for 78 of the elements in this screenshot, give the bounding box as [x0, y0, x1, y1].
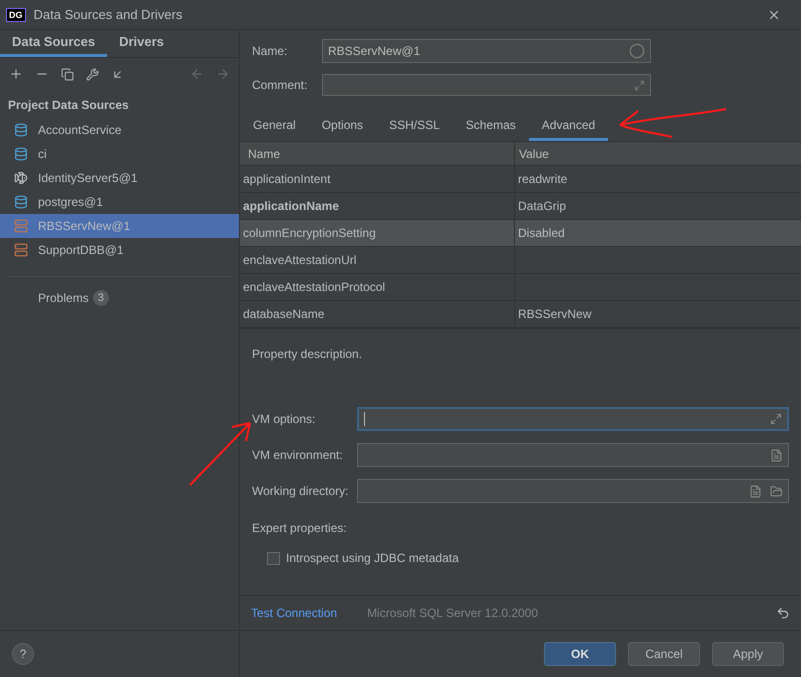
table-cell-text: Disabled — [518, 225, 565, 242]
text-cursor — [364, 412, 365, 426]
dialog-button[interactable]: Cancel — [628, 642, 700, 666]
problems-link[interactable]: Problems — [38, 289, 89, 307]
settings-tab[interactable]: Options — [308, 112, 376, 141]
server-icon — [14, 243, 28, 257]
data-source-label: SupportDBB@1 — [38, 242, 124, 259]
column-header[interactable]: Value — [515, 142, 801, 165]
comment-field[interactable] — [322, 74, 651, 96]
data-source-label: postgres@1 — [38, 194, 103, 211]
field-label: VM environment: — [252, 447, 344, 464]
table-row[interactable]: databaseName RBSServNew — [240, 301, 801, 328]
help-button[interactable]: ? — [12, 643, 34, 665]
window-title: Data Sources and Drivers — [34, 6, 182, 24]
database-icon — [14, 123, 28, 137]
table-row[interactable]: applicationIntent readwrite — [240, 166, 801, 193]
expand-icon[interactable] — [634, 80, 645, 90]
table-cell: applicationIntent — [240, 166, 515, 192]
dialog-button[interactable]: OK — [544, 642, 616, 666]
table-cell: databaseName — [240, 301, 515, 327]
table-cell: columnEncryptionSetting — [240, 220, 515, 246]
server-icon — [14, 219, 28, 233]
app-logo: DG — [6, 8, 26, 22]
problems-count: 3 — [92, 290, 109, 306]
table-row[interactable]: enclaveAttestationUrl — [240, 247, 801, 274]
data-source-item[interactable]: AccountService — [0, 118, 239, 142]
color-circle-icon[interactable] — [629, 43, 645, 59]
section-title: Project Data Sources — [7, 97, 130, 114]
document-icon[interactable] — [749, 484, 762, 498]
column-header[interactable]: Name — [240, 142, 515, 165]
table-cell-text: readwrite — [518, 171, 568, 188]
test-connection-link[interactable]: Test Connection — [251, 604, 338, 622]
table-cell-text: RBSServNew — [518, 306, 592, 323]
data-source-label: AccountService — [38, 122, 122, 139]
sidebar-tab[interactable]: Drivers — [107, 30, 176, 57]
comment-label: Comment: — [252, 77, 308, 94]
settings-tab[interactable]: General — [240, 112, 309, 141]
table-cell: applicationName — [240, 193, 515, 219]
data-source-label: IdentityServer5@1 — [38, 170, 138, 187]
checkbox[interactable] — [267, 552, 280, 564]
expand-icon[interactable] — [770, 413, 782, 425]
expert-title: Expert properties: — [251, 520, 348, 537]
wrench-icon[interactable] — [86, 68, 99, 80]
field-label: VM options: — [252, 411, 316, 428]
folder-icon[interactable] — [770, 484, 783, 498]
data-source-item[interactable]: postgres@1 — [0, 190, 239, 214]
table-row[interactable]: applicationName DataGrip — [240, 193, 801, 220]
checkbox-label: Introspect using JDBC metadata — [286, 550, 459, 567]
add-icon[interactable] — [9, 67, 23, 81]
table-cell-text: DataGrip — [518, 198, 566, 215]
undo-icon[interactable] — [776, 606, 790, 620]
data-source-item[interactable]: IdentityServer5@1 — [0, 166, 239, 190]
field-label: Working directory: — [252, 483, 350, 500]
fish-icon — [14, 171, 28, 185]
text-field[interactable] — [357, 479, 789, 503]
driver-version: Microsoft SQL Server 12.0.2000 — [367, 605, 538, 622]
text-field[interactable] — [357, 443, 789, 467]
forward-icon[interactable] — [216, 67, 230, 81]
data-source-label: RBSServNew@1 — [38, 218, 130, 235]
table-row[interactable]: columnEncryptionSetting Disabled — [240, 220, 801, 247]
table-row[interactable]: enclaveAttestationProtocol — [240, 274, 801, 301]
database-icon — [14, 147, 28, 161]
table-cell: enclaveAttestationUrl — [240, 247, 515, 273]
back-icon[interactable] — [190, 67, 204, 81]
database-icon — [14, 195, 28, 209]
property-description: Property description. — [252, 347, 362, 361]
table-cell: enclaveAttestationProtocol — [240, 274, 515, 300]
document-icon[interactable] — [770, 448, 783, 462]
copy-icon[interactable] — [61, 68, 74, 80]
text-field[interactable] — [357, 407, 789, 431]
data-source-label: ci — [38, 146, 47, 163]
name-field[interactable]: RBSServNew@1 — [322, 39, 651, 63]
name-label: Name: — [252, 43, 288, 60]
data-source-item[interactable]: ci — [0, 142, 239, 166]
dialog-button[interactable]: Apply — [712, 642, 784, 666]
settings-tab[interactable]: Schemas — [452, 112, 529, 141]
data-source-item[interactable]: SupportDBB@1 — [0, 238, 239, 262]
settings-tab[interactable]: SSH/SSL — [376, 112, 453, 141]
